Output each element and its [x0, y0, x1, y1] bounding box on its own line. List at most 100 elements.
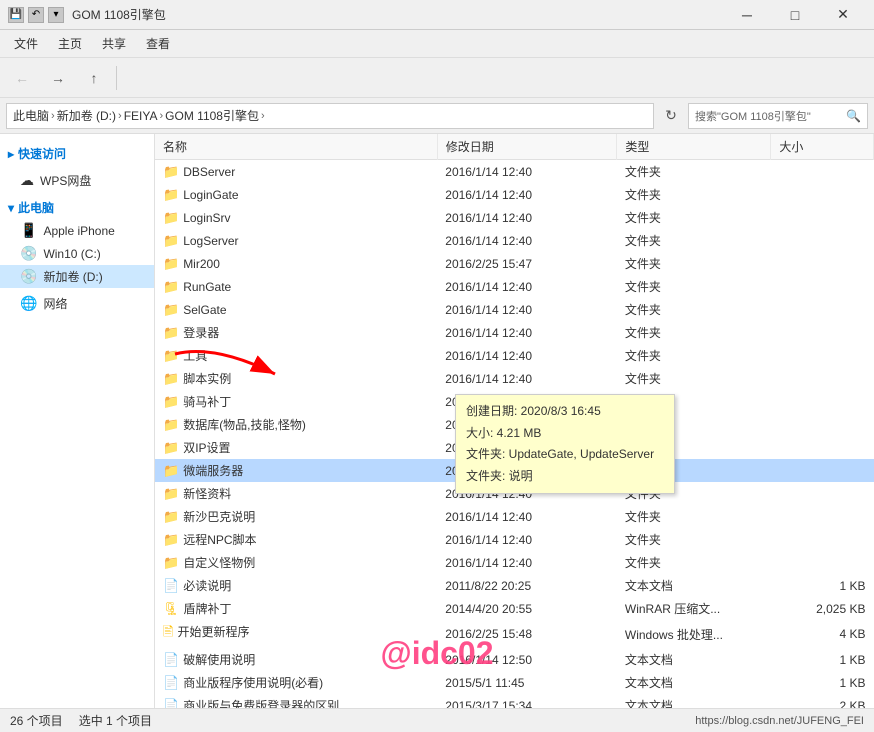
sidebar: ▸ 快速访问 ☁ WPS网盘 ▾ 此电脑 📱 Apple iPhone 💿 Wi… [0, 134, 155, 708]
refresh-button[interactable]: ↻ [658, 103, 684, 129]
col-header-type[interactable]: 类型 [617, 134, 771, 160]
file-size [771, 459, 874, 482]
file-type: 文件夹 [617, 298, 771, 321]
crumb-drive-label: 新加卷 (D:) [57, 107, 116, 124]
file-size [771, 275, 874, 298]
file-date: 2015/3/17 15:34 [437, 694, 617, 708]
file-folder-icon: 📄 [163, 652, 179, 667]
col-header-date[interactable]: 修改日期 [437, 134, 617, 160]
col-header-size[interactable]: 大小 [771, 134, 874, 160]
crumb-thispc[interactable]: 此电脑 [13, 107, 49, 124]
table-row[interactable]: 📄必读说明 2011/8/22 20:25 文本文档 1 KB [155, 574, 874, 597]
cloud-icon: ☁ [20, 172, 34, 189]
table-row[interactable]: 📄破解使用说明 2016/1/14 12:50 文本文档 1 KB [155, 648, 874, 671]
file-folder-icon: 📁 [163, 509, 179, 524]
file-size [771, 160, 874, 184]
table-row[interactable]: 📁工具 2016/1/14 12:40 文件夹 [155, 344, 874, 367]
col-header-name[interactable]: 名称 [155, 134, 437, 160]
maximize-button[interactable]: □ [772, 0, 818, 30]
file-name: 📁脚本实例 [155, 367, 437, 390]
table-row[interactable]: 📁RunGate 2016/1/14 12:40 文件夹 [155, 275, 874, 298]
file-name: 📁骑马补丁 [155, 390, 437, 413]
up-button[interactable]: ↑ [78, 63, 110, 93]
file-folder-icon: 📁 [163, 348, 179, 363]
file-folder-icon: 📁 [163, 555, 179, 570]
table-row[interactable]: 🗜盾牌补丁 2014/4/20 20:55 WinRAR 压缩文... 2,02… [155, 597, 874, 620]
table-row[interactable]: 📁LogServer 2016/1/14 12:40 文件夹 [155, 229, 874, 252]
menu-share[interactable]: 共享 [92, 31, 136, 56]
menu-view[interactable]: 查看 [136, 31, 180, 56]
file-folder-icon: 📄 [163, 675, 179, 690]
table-row[interactable]: 📁DBServer 2016/1/14 12:40 文件夹 [155, 160, 874, 184]
table-row[interactable]: 📁Mir200 2016/2/25 15:47 文件夹 [155, 252, 874, 275]
file-name: 📁LogServer [155, 229, 437, 252]
table-row[interactable]: 📁远程NPC脚本 2016/1/14 12:40 文件夹 [155, 528, 874, 551]
file-size: 2 KB [771, 694, 874, 708]
search-box[interactable]: 搜索"GOM 1108引擎包" 🔍 [688, 103, 868, 129]
file-type: 文件夹 [617, 344, 771, 367]
file-folder-icon: 🗜 [163, 601, 180, 616]
file-type: 文件夹 [617, 367, 771, 390]
breadcrumb[interactable]: 此电脑 › 新加卷 (D:) › FEIYA › GOM 1108引擎包 › [6, 103, 654, 129]
table-row[interactable]: 📄商业版程序使用说明(必看) 2015/5/1 11:45 文本文档 1 KB [155, 671, 874, 694]
file-folder-icon: 📁 [163, 279, 179, 294]
title-icon-save[interactable]: 💾 [8, 7, 24, 23]
file-date: 2016/1/14 12:40 [437, 229, 617, 252]
sidebar-item-wps[interactable]: ☁ WPS网盘 [0, 169, 154, 192]
crumb-feiya[interactable]: FEIYA [124, 109, 158, 123]
file-size: 2,025 KB [771, 597, 874, 620]
table-row[interactable]: 📁新沙巴克说明 2016/1/14 12:40 文件夹 [155, 505, 874, 528]
title-bar: 💾 ↶ ▾ GOM 1108引擎包 ─ □ ✕ [0, 0, 874, 30]
file-name: 📁登录器 [155, 321, 437, 344]
sidebar-thispc-header[interactable]: ▾ 此电脑 [0, 196, 154, 219]
file-name: 📁自定义怪物例 [155, 551, 437, 574]
back-button[interactable]: ← [6, 63, 38, 93]
file-date: 2014/4/20 20:55 [437, 597, 617, 620]
table-row[interactable]: 📁LoginSrv 2016/1/14 12:40 文件夹 [155, 206, 874, 229]
table-row[interactable]: 📁SelGate 2016/1/14 12:40 文件夹 [155, 298, 874, 321]
file-size [771, 367, 874, 390]
menu-file[interactable]: 文件 [4, 31, 48, 56]
file-type: Windows 批处理... [617, 620, 771, 648]
title-icon-undo[interactable]: ↶ [28, 7, 44, 23]
file-name: 📄必读说明 [155, 574, 437, 597]
table-row[interactable]: 📁LoginGate 2016/1/14 12:40 文件夹 [155, 183, 874, 206]
file-name: 🖹开始更新程序 [155, 620, 437, 648]
status-bar: 26 个项目 选中 1 个项目 https://blog.csdn.net/JU… [0, 708, 874, 732]
file-type: 文件夹 [617, 551, 771, 574]
table-row[interactable]: 📄商业版与免费版登录器的区别 2015/3/17 15:34 文本文档 2 KB [155, 694, 874, 708]
file-date: 2011/8/22 20:25 [437, 574, 617, 597]
crumb-drive[interactable]: 新加卷 (D:) [57, 107, 116, 124]
table-row[interactable]: 📁脚本实例 2016/1/14 12:40 文件夹 [155, 367, 874, 390]
file-size [771, 298, 874, 321]
table-row[interactable]: 📁登录器 2016/1/14 12:40 文件夹 [155, 321, 874, 344]
sidebar-item-win10[interactable]: 💿 Win10 (C:) [0, 242, 154, 265]
toolbar: ← → ↑ [0, 58, 874, 98]
forward-button[interactable]: → [42, 63, 74, 93]
file-date: 2016/1/14 12:40 [437, 344, 617, 367]
menu-home[interactable]: 主页 [48, 31, 92, 56]
sidebar-item-new-volume[interactable]: 💿 新加卷 (D:) [0, 265, 154, 288]
sidebar-item-apple-iphone[interactable]: 📱 Apple iPhone [0, 219, 154, 242]
title-icons: 💾 ↶ ▾ [8, 7, 64, 23]
content-wrapper: 名称 修改日期 类型 大小 📁DBServer 2016/1/14 12:40 … [155, 134, 874, 708]
file-name: 📁DBServer [155, 160, 437, 184]
file-name: 📄商业版与免费版登录器的区别 [155, 694, 437, 708]
file-size [771, 505, 874, 528]
file-type: WinRAR 压缩文... [617, 597, 771, 620]
close-button[interactable]: ✕ [820, 0, 866, 30]
file-folder-icon: 📄 [163, 578, 179, 593]
file-name: 📁SelGate [155, 298, 437, 321]
file-size [771, 252, 874, 275]
phone-icon: 📱 [20, 222, 37, 239]
sidebar-quick-access-header[interactable]: ▸ 快速访问 [0, 142, 154, 165]
drive-c-icon: 💿 [20, 245, 37, 262]
table-row[interactable]: 📁自定义怪物例 2016/1/14 12:40 文件夹 [155, 551, 874, 574]
minimize-button[interactable]: ─ [724, 0, 770, 30]
file-size: 1 KB [771, 648, 874, 671]
table-row[interactable]: 🖹开始更新程序 2016/2/25 15:48 Windows 批处理... 4… [155, 620, 874, 648]
file-type: 文件夹 [617, 528, 771, 551]
title-icon-dropdown[interactable]: ▾ [48, 7, 64, 23]
sidebar-item-network[interactable]: 🌐 网络 [0, 292, 154, 315]
crumb-current[interactable]: GOM 1108引擎包 [165, 107, 259, 124]
